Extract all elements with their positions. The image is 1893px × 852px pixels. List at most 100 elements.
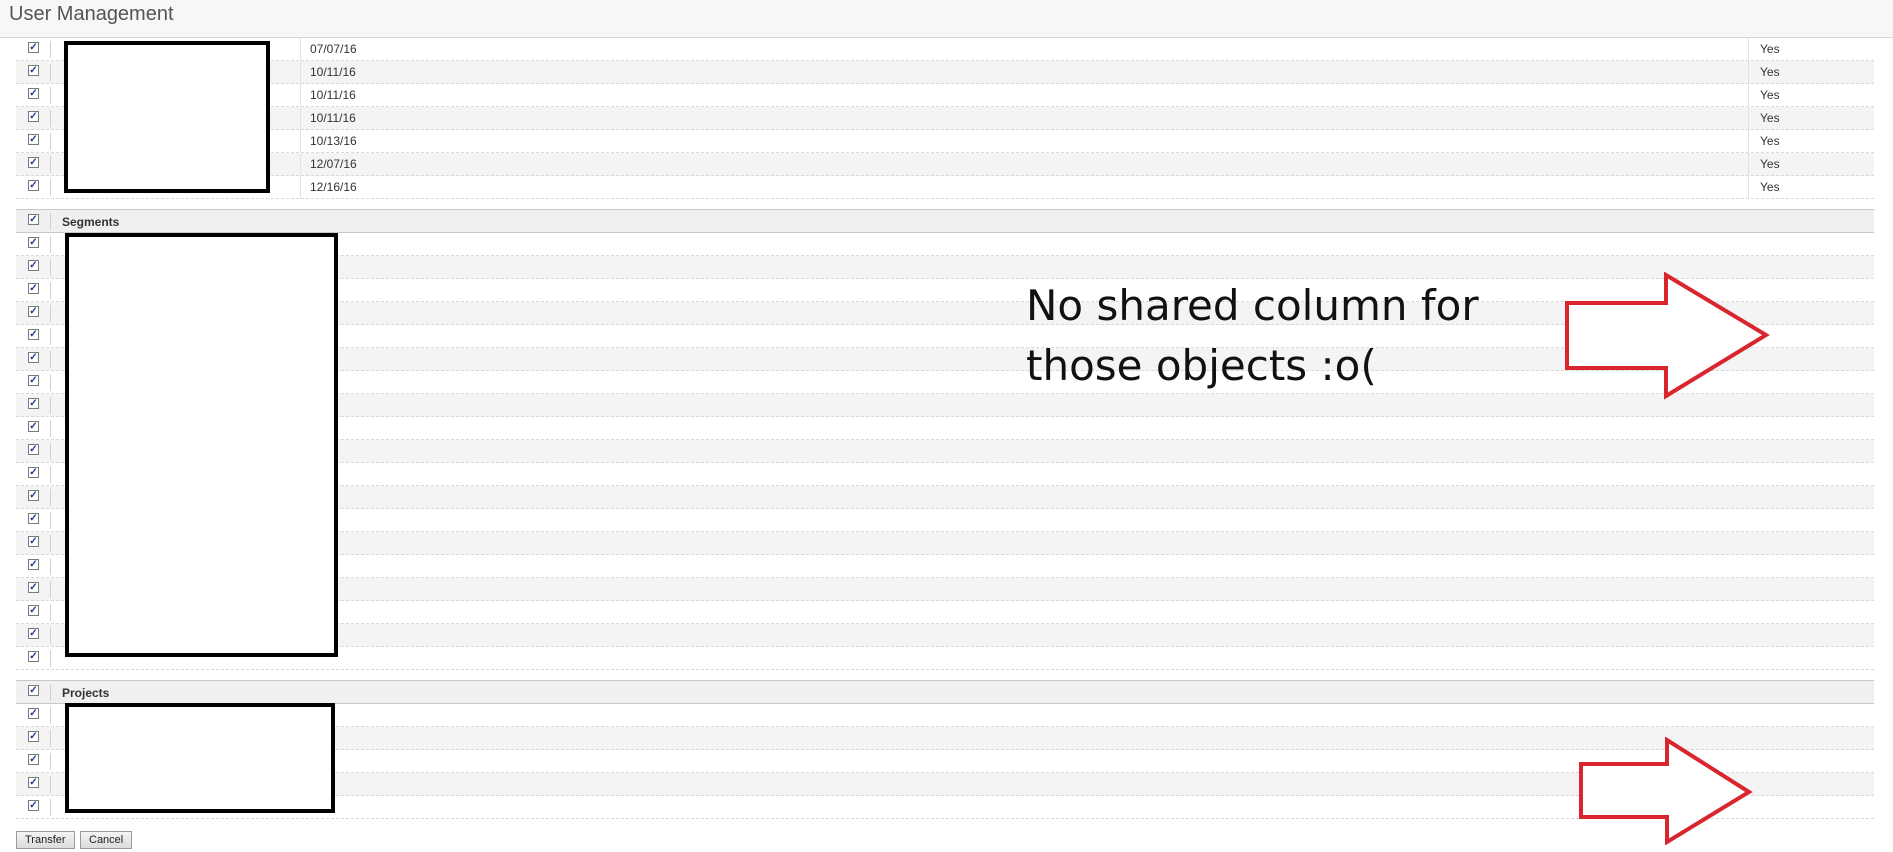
date-cell: 12/07/16	[300, 153, 1750, 175]
row-checkbox[interactable]: ✓	[28, 513, 39, 524]
column-separator	[50, 776, 51, 793]
window-title: User Management	[9, 3, 174, 25]
row-checkbox[interactable]: ✓	[28, 375, 39, 386]
date-cell: 10/11/16	[300, 84, 1750, 106]
column-separator	[50, 156, 51, 173]
row-checkbox[interactable]: ✓	[28, 628, 39, 639]
column-separator	[50, 179, 51, 196]
column-separator	[50, 397, 51, 414]
column-separator	[50, 41, 51, 58]
row-checkbox[interactable]: ✓	[28, 708, 39, 719]
row-checkbox[interactable]: ✓	[28, 88, 39, 99]
table-row: ✓ 10/11/16 Yes	[16, 61, 1874, 84]
column-separator	[50, 133, 51, 150]
row-checkbox[interactable]: ✓	[28, 536, 39, 547]
row-checkbox[interactable]: ✓	[28, 134, 39, 145]
row-checkbox[interactable]: ✓	[28, 260, 39, 271]
date-cell: 12/16/16	[300, 176, 1750, 198]
cancel-button[interactable]: Cancel	[80, 831, 133, 849]
column-separator	[50, 305, 51, 322]
column-separator	[50, 443, 51, 460]
shared-cell: Yes	[1748, 107, 1780, 129]
column-separator	[50, 707, 51, 724]
annotation-line-1: No shared column for	[1026, 281, 1479, 330]
column-separator	[50, 110, 51, 127]
row-checkbox[interactable]: ✓	[28, 421, 39, 432]
row-checkbox[interactable]: ✓	[28, 731, 39, 742]
column-separator	[50, 351, 51, 368]
annotation-line-2: those objects :o(	[1026, 341, 1377, 390]
row-checkbox[interactable]: ✓	[28, 352, 39, 363]
row-checkbox[interactable]: ✓	[28, 111, 39, 122]
column-separator	[50, 236, 51, 253]
row-checkbox[interactable]: ✓	[28, 754, 39, 765]
row-checkbox[interactable]: ✓	[28, 777, 39, 788]
date-cell: 10/11/16	[300, 61, 1750, 83]
table-row: ✓ 10/13/16 Yes	[16, 130, 1874, 153]
redaction-box-reports	[64, 41, 270, 193]
column-separator	[50, 489, 51, 506]
column-separator	[50, 684, 51, 701]
column-separator	[50, 87, 51, 104]
reports-group: ✓ 07/07/16 Yes ✓ 10/11/16 Yes ✓ 10/11/16 Yes ✓ 10/…	[16, 38, 1874, 199]
table-row: ✓ 10/11/16 Yes	[16, 84, 1874, 107]
shared-cell: Yes	[1748, 84, 1780, 106]
row-checkbox[interactable]: ✓	[28, 42, 39, 53]
shared-cell: Yes	[1748, 61, 1780, 83]
row-checkbox[interactable]: ✓	[28, 582, 39, 593]
date-cell: 07/07/16	[300, 38, 1750, 60]
segments-header-row: ✓ Segments	[16, 209, 1874, 233]
row-checkbox[interactable]: ✓	[28, 467, 39, 478]
column-separator	[50, 282, 51, 299]
row-checkbox[interactable]: ✓	[28, 444, 39, 455]
column-separator	[50, 512, 51, 529]
column-separator	[50, 604, 51, 621]
column-separator	[50, 374, 51, 391]
row-checkbox[interactable]: ✓	[28, 65, 39, 76]
row-checkbox[interactable]: ✓	[28, 605, 39, 616]
column-separator	[50, 64, 51, 81]
redaction-box-segments	[65, 233, 338, 657]
annotation-text: No shared column for those objects :o(	[1026, 276, 1479, 396]
shared-cell: Yes	[1748, 176, 1780, 198]
column-separator	[50, 213, 51, 230]
row-checkbox[interactable]: ✓	[28, 559, 39, 570]
table-row: ✓ 12/07/16 Yes	[16, 153, 1874, 176]
row-checkbox[interactable]: ✓	[28, 651, 39, 662]
row-checkbox[interactable]: ✓	[28, 283, 39, 294]
column-separator	[50, 730, 51, 747]
row-checkbox[interactable]: ✓	[28, 306, 39, 317]
table-row: ✓ 10/11/16 Yes	[16, 107, 1874, 130]
table-row: ✓ 07/07/16 Yes	[16, 38, 1874, 61]
shared-cell: Yes	[1748, 38, 1780, 60]
segments-select-all-checkbox[interactable]: ✓	[28, 214, 39, 225]
segments-header-label: Segments	[62, 215, 120, 229]
column-separator	[50, 420, 51, 437]
date-cell: 10/11/16	[300, 107, 1750, 129]
projects-header-row: ✓ Projects	[16, 680, 1874, 704]
projects-select-all-checkbox[interactable]: ✓	[28, 685, 39, 696]
row-checkbox[interactable]: ✓	[28, 800, 39, 811]
column-separator	[50, 558, 51, 575]
table-row: ✓ 12/16/16 Yes	[16, 176, 1874, 199]
row-checkbox[interactable]: ✓	[28, 180, 39, 191]
row-checkbox[interactable]: ✓	[28, 329, 39, 340]
column-separator	[50, 650, 51, 667]
title-bar: User Management	[0, 0, 1893, 38]
row-checkbox[interactable]: ✓	[28, 490, 39, 501]
projects-header-label: Projects	[62, 686, 110, 700]
row-checkbox[interactable]: ✓	[28, 237, 39, 248]
column-separator	[50, 259, 51, 276]
redaction-box-projects	[65, 703, 335, 813]
column-separator	[50, 627, 51, 644]
row-checkbox[interactable]: ✓	[28, 398, 39, 409]
transfer-button[interactable]: Transfer	[16, 831, 75, 849]
column-separator	[50, 581, 51, 598]
column-separator	[50, 328, 51, 345]
row-checkbox[interactable]: ✓	[28, 157, 39, 168]
column-separator	[50, 799, 51, 816]
date-cell: 10/13/16	[300, 130, 1750, 152]
column-separator	[50, 466, 51, 483]
column-separator	[50, 535, 51, 552]
red-arrow-right-icon	[1565, 272, 1770, 400]
